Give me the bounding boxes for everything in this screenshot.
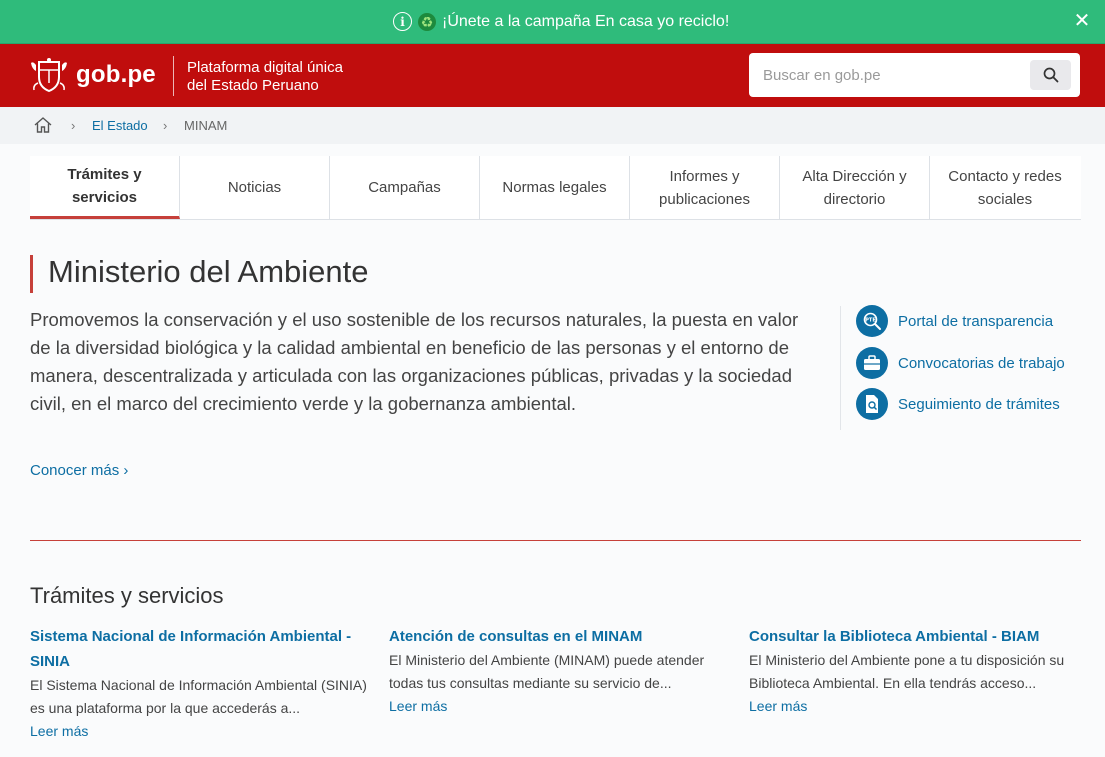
service-card: Consultar la Biblioteca Ambiental - BIAM… [749, 624, 1089, 718]
site-header: gob.pe Plataforma digital única del Esta… [0, 44, 1105, 107]
search-button[interactable] [1030, 60, 1071, 90]
service-card-title[interactable]: Atención de consultas en el MINAM [389, 624, 729, 649]
banner-text[interactable]: ¡Únete a la campaña En casa yo reciclo! [442, 13, 729, 31]
recycle-icon: ♻ [418, 12, 436, 31]
section-tabs: Trámites y servicios Noticias Campañas N… [30, 156, 1081, 220]
service-card: Sistema Nacional de Información Ambienta… [30, 624, 370, 743]
breadcrumb-el-estado[interactable]: El Estado [92, 118, 148, 133]
breadcrumb-separator: › [163, 118, 168, 133]
tab-campanas[interactable]: Campañas [330, 156, 480, 219]
home-icon[interactable] [33, 116, 53, 134]
breadcrumb: › El Estado › MINAM [0, 107, 1105, 144]
section-divider [30, 540, 1081, 541]
side-link-transparencia[interactable]: PTE Portal de transparencia [856, 305, 1053, 337]
side-link-seguimiento[interactable]: Seguimiento de trámites [856, 388, 1060, 420]
tab-alta-direccion[interactable]: Alta Dirección y directorio [780, 156, 930, 219]
service-card-title[interactable]: Consultar la Biblioteca Ambiental - BIAM [749, 624, 1089, 649]
page-title: Ministerio del Ambiente [48, 254, 369, 289]
breadcrumb-current: MINAM [184, 118, 228, 133]
transparency-icon: PTE [856, 305, 888, 337]
breadcrumb-separator: › [71, 118, 76, 133]
subtitle-line-1: Plataforma digital única [187, 59, 343, 76]
close-icon[interactable]: ✕ [1071, 10, 1093, 32]
tab-informes-y-publicaciones[interactable]: Informes y publicaciones [630, 156, 780, 219]
campaign-banner: i ♻ ¡Únete a la campaña En casa yo recic… [0, 0, 1105, 44]
svg-text:PTE: PTE [865, 318, 876, 324]
services-section-title: Trámites y servicios [30, 583, 224, 608]
title-accent-bar [30, 255, 33, 293]
search-input[interactable] [749, 53, 1029, 97]
header-divider [173, 56, 174, 96]
banner-content[interactable]: i ♻ ¡Únete a la campaña En casa yo recic… [393, 12, 729, 31]
leer-mas-link[interactable]: Leer más [389, 695, 729, 718]
search-box [749, 53, 1080, 97]
leer-mas-link[interactable]: Leer más [749, 695, 1089, 718]
service-card-description: El Ministerio del Ambiente pone a tu dis… [749, 652, 1065, 691]
side-link-label: Convocatorias de trabajo [898, 354, 1065, 372]
document-search-icon [856, 388, 888, 420]
conocer-mas-link[interactable]: Conocer más › [30, 462, 128, 479]
gobpe-logo[interactable]: gob.pe [30, 57, 156, 93]
platform-subtitle: Plataforma digital única del Estado Peru… [187, 59, 343, 95]
tab-noticias[interactable]: Noticias [180, 156, 330, 219]
leer-mas-link[interactable]: Leer más [30, 720, 370, 743]
service-card-description: El Ministerio del Ambiente (MINAM) puede… [389, 652, 705, 691]
page-description: Promovemos la conservación y el uso sost… [30, 309, 799, 414]
info-icon: i [393, 12, 412, 31]
search-icon [1043, 67, 1058, 83]
tab-tramites-y-servicios[interactable]: Trámites y servicios [30, 156, 180, 219]
tab-normas-legales[interactable]: Normas legales [480, 156, 630, 219]
service-card-description: El Sistema Nacional de Información Ambie… [30, 677, 367, 716]
logo-text: gob.pe [76, 61, 156, 88]
briefcase-icon [856, 347, 888, 379]
side-link-label: Portal de transparencia [898, 312, 1054, 330]
coat-of-arms-icon [31, 58, 67, 93]
service-card-title[interactable]: Sistema Nacional de Información Ambienta… [30, 624, 370, 674]
subtitle-line-2: del Estado Peruano [187, 77, 319, 94]
service-card: Atención de consultas en el MINAM El Min… [389, 624, 729, 718]
side-link-convocatorias[interactable]: Convocatorias de trabajo [856, 347, 1065, 379]
side-divider [840, 306, 841, 430]
side-link-label: Seguimiento de trámites [898, 395, 1060, 413]
tab-contacto[interactable]: Contacto y redes sociales [930, 156, 1080, 219]
